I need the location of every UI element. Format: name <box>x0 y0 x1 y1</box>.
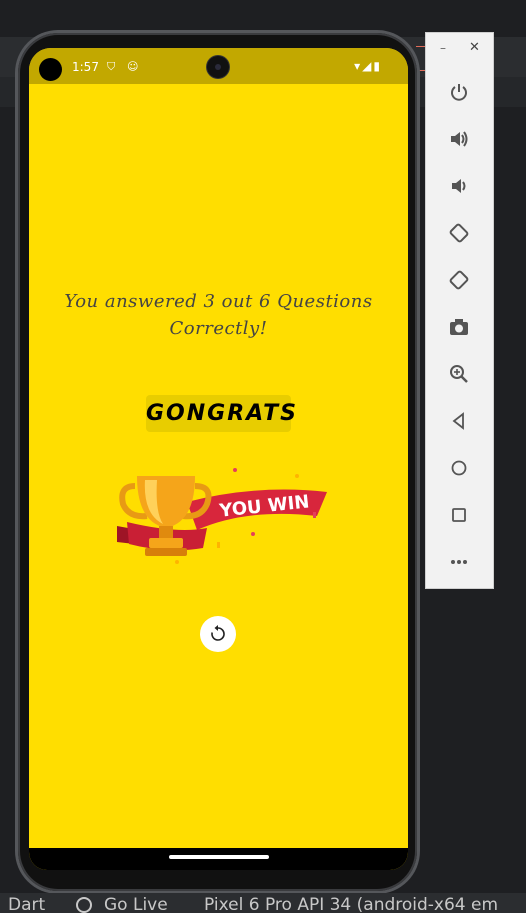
signal-battery-icons: ▾◢▮ <box>354 59 382 73</box>
golive-icon <box>76 897 92 913</box>
close-icon[interactable]: ✕ <box>469 40 480 55</box>
ide-status-bar: Dart Go Live Pixel 6 Pro API 34 (android… <box>0 893 526 913</box>
more-icon[interactable] <box>444 547 474 577</box>
trophy-you-win-image: YOU WIN <box>117 468 327 564</box>
overview-icon[interactable] <box>444 500 474 530</box>
rotate-right-icon[interactable] <box>444 265 474 295</box>
emulator-toolbar: – ✕ <box>425 32 494 589</box>
front-camera <box>207 56 229 78</box>
android-status-bar: 1:57 ⛉ ☺ ▾◢▮ <box>29 48 408 84</box>
camera-icon[interactable] <box>444 312 474 342</box>
restart-button[interactable] <box>200 616 236 652</box>
camera-cutout <box>39 58 62 81</box>
phone-screen: 1:57 ⛉ ☺ ▾◢▮ You answered 3 out 6 Questi… <box>29 48 408 870</box>
volume-up-icon[interactable] <box>444 124 474 154</box>
golive-button[interactable]: Go Live <box>104 895 168 913</box>
notification-icon: ☺ <box>127 60 139 73</box>
restart-icon <box>211 625 225 641</box>
zoom-icon[interactable] <box>444 359 474 389</box>
shield-icon: ⛉ <box>107 60 116 73</box>
home-icon[interactable] <box>444 453 474 483</box>
device-selector[interactable]: Pixel 6 Pro API 34 (android-x64 em <box>204 895 498 913</box>
power-icon[interactable] <box>444 77 474 107</box>
status-time: 1:57 <box>72 60 99 74</box>
home-gesture-pill[interactable] <box>169 855 269 859</box>
minimize-icon[interactable]: – <box>440 41 446 55</box>
result-text: You answered 3 out 6 Questions Correctly… <box>64 291 373 339</box>
volume-down-icon[interactable] <box>444 171 474 201</box>
dart-status[interactable]: Dart <box>8 895 45 913</box>
android-nav-bar <box>29 848 408 870</box>
back-icon[interactable] <box>444 406 474 436</box>
congrats-label: GONGRATS <box>146 395 296 432</box>
rotate-left-icon[interactable] <box>444 218 474 248</box>
